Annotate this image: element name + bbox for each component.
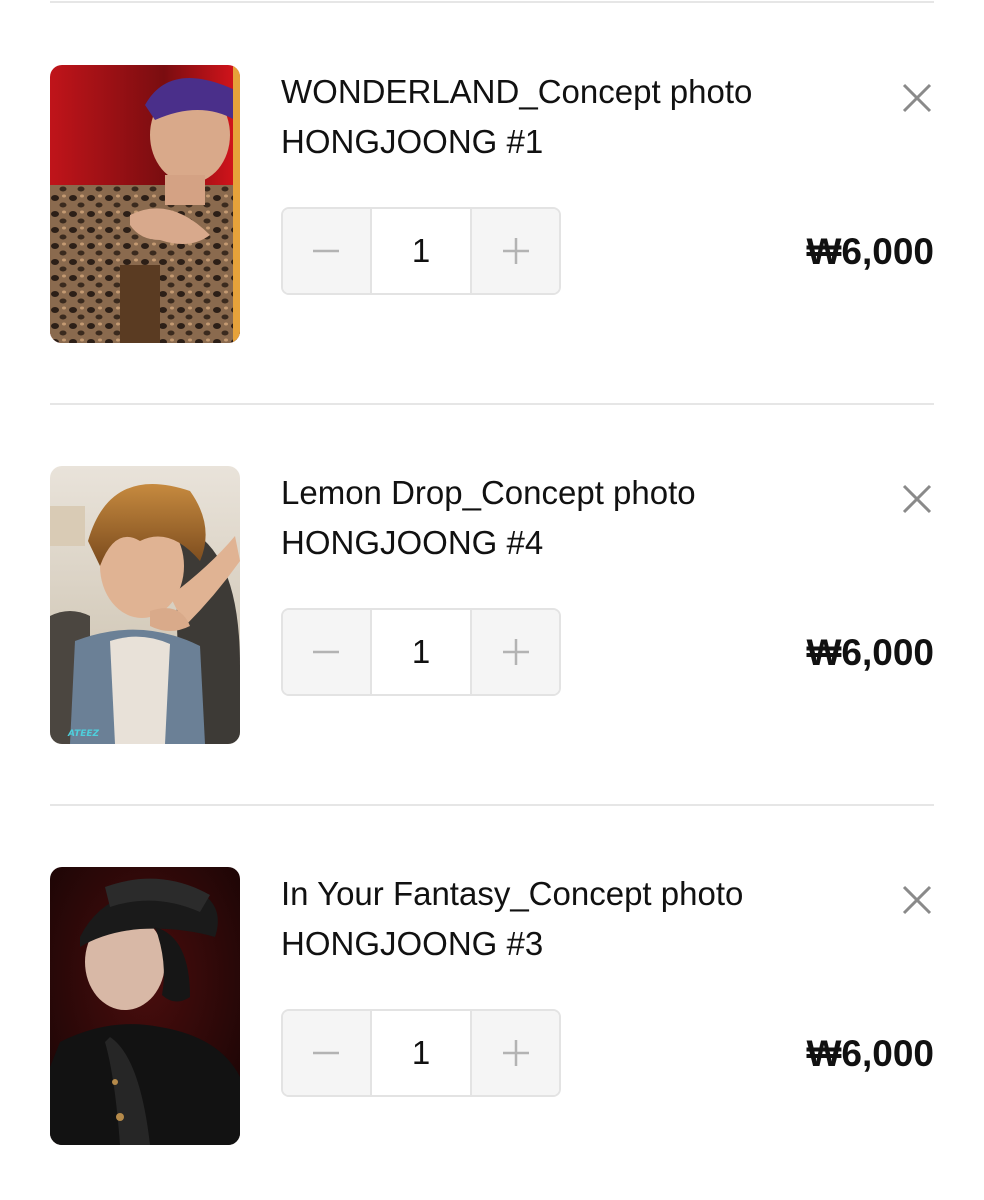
cart-item: WONDERLAND_Concept photo HONGJOONG #1 1 … <box>0 65 984 365</box>
increase-quantity-button[interactable] <box>472 209 559 293</box>
product-title-line2: HONGJOONG #1 <box>281 123 544 160</box>
product-title-line1: Lemon Drop_Concept photo <box>281 474 696 511</box>
plus-icon <box>502 639 529 665</box>
cart-item: ATEEZ Lemon Drop_Concept photo HONGJOONG… <box>0 466 984 766</box>
product-thumbnail[interactable]: ATEEZ <box>50 466 240 744</box>
item-divider <box>50 403 934 405</box>
close-icon <box>902 885 932 915</box>
quantity-stepper: 1 <box>281 608 561 696</box>
product-title-line1: WONDERLAND_Concept photo <box>281 73 753 110</box>
close-icon <box>902 484 932 514</box>
product-title-line1: In Your Fantasy_Concept photo <box>281 875 744 912</box>
close-icon <box>902 83 932 113</box>
item-price: ₩6,000 <box>806 231 934 272</box>
quantity-value[interactable]: 1 <box>369 610 473 694</box>
remove-item-button[interactable] <box>896 879 938 921</box>
photo-image <box>50 867 240 1145</box>
product-thumbnail[interactable] <box>50 867 240 1145</box>
remove-item-button[interactable] <box>896 77 938 119</box>
product-title[interactable]: WONDERLAND_Concept photo HONGJOONG #1 <box>281 67 841 167</box>
product-title[interactable]: Lemon Drop_Concept photo HONGJOONG #4 <box>281 468 841 568</box>
decrease-quantity-button[interactable] <box>283 209 370 293</box>
minus-icon <box>313 249 340 253</box>
product-title-line2: HONGJOONG #3 <box>281 925 544 962</box>
item-divider <box>50 804 934 806</box>
photo-image <box>50 65 240 343</box>
plus-icon <box>502 1040 529 1066</box>
quantity-stepper: 1 <box>281 1009 561 1097</box>
decrease-quantity-button[interactable] <box>283 1011 370 1095</box>
item-divider <box>50 1 934 3</box>
cart-item: In Your Fantasy_Concept photo HONGJOONG … <box>0 867 984 1167</box>
item-price: ₩6,000 <box>806 1033 934 1074</box>
plus-icon <box>502 238 529 264</box>
increase-quantity-button[interactable] <box>472 1011 559 1095</box>
minus-icon <box>313 650 340 654</box>
svg-text:ATEEZ: ATEEZ <box>67 729 100 739</box>
quantity-value[interactable]: 1 <box>369 1011 473 1095</box>
decrease-quantity-button[interactable] <box>283 610 370 694</box>
minus-icon <box>313 1051 340 1055</box>
remove-item-button[interactable] <box>896 478 938 520</box>
increase-quantity-button[interactable] <box>472 610 559 694</box>
product-thumbnail[interactable] <box>50 65 240 343</box>
photo-image: ATEEZ <box>50 466 240 744</box>
quantity-value[interactable]: 1 <box>369 209 473 293</box>
product-title-line2: HONGJOONG #4 <box>281 524 544 561</box>
item-price: ₩6,000 <box>806 632 934 673</box>
product-title[interactable]: In Your Fantasy_Concept photo HONGJOONG … <box>281 869 841 969</box>
quantity-stepper: 1 <box>281 207 561 295</box>
